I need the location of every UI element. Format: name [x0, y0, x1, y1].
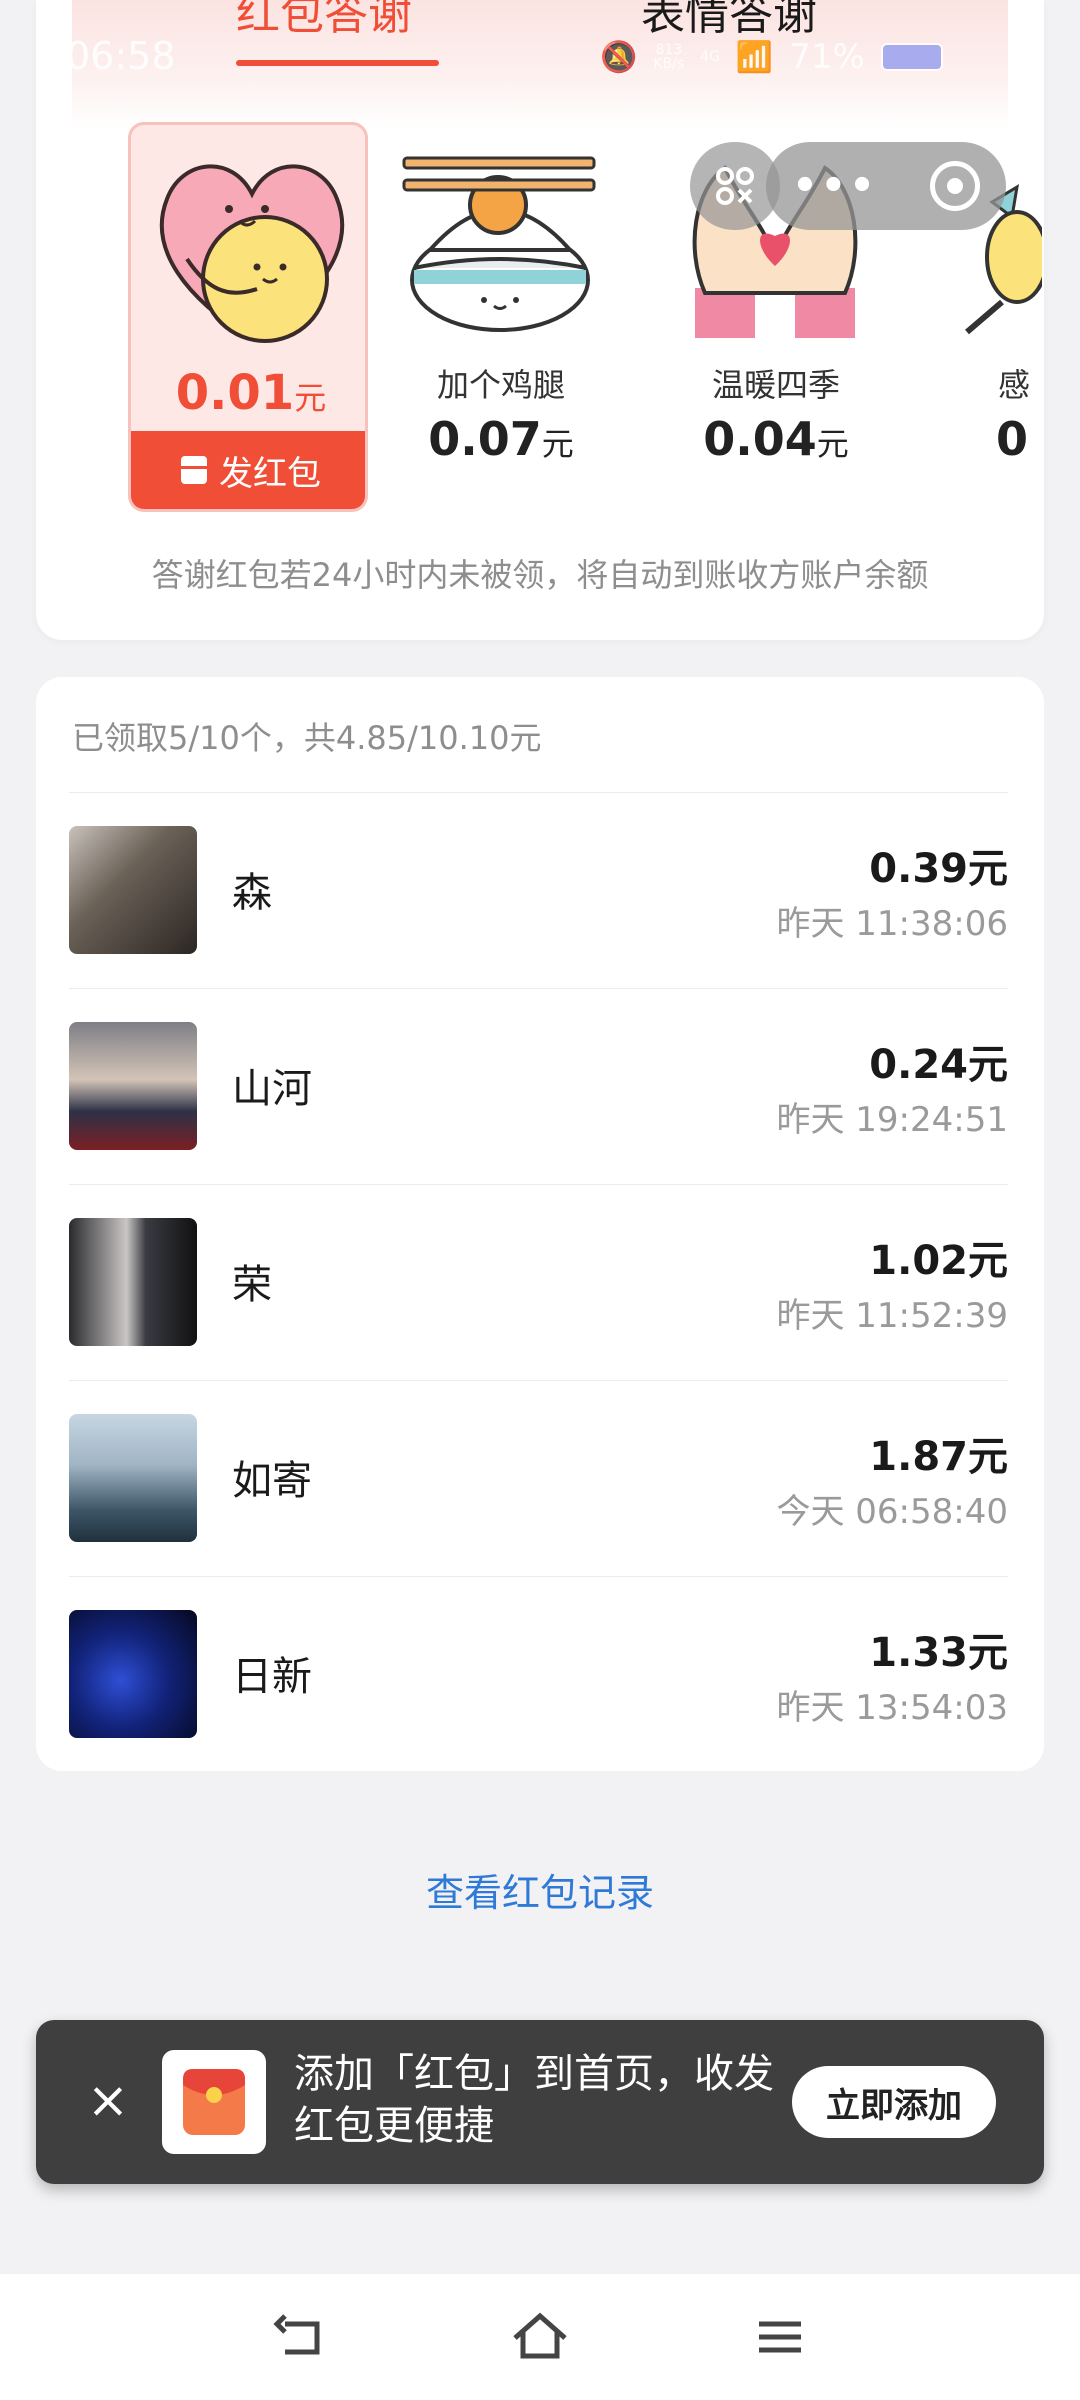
- heart-hug-sticker-icon: [160, 164, 344, 343]
- red-packet-app-icon: [162, 2050, 266, 2154]
- status-time: 06:58: [66, 34, 176, 78]
- option-price-unit: 元: [541, 425, 574, 463]
- option-selected[interactable]: 0.01元 发红包: [128, 122, 368, 512]
- received-list-card: 已领取5/10个，共4.85/10.10元 森 0.39元 昨天 11:38:0…: [36, 677, 1044, 1771]
- thanks-card: 红包答谢 表情答谢 0.01元 发红包 加个鸡腿 0.07元 温暖四季 0.04…: [36, 0, 1044, 640]
- capsule-menu: •••: [766, 142, 1006, 230]
- row-amount: 0.24元: [869, 1042, 1008, 1088]
- status-icons: 🔕 813 KB/s 4G 📶 71%: [600, 34, 943, 80]
- option-price-value: 0: [996, 412, 1029, 466]
- row-amount: 0.39元: [869, 846, 1008, 892]
- selected-amount-value: 0.01: [175, 365, 295, 421]
- row-amount: 1.02元: [869, 1238, 1008, 1284]
- row-divider: [69, 988, 1008, 989]
- avatar[interactable]: [69, 1414, 197, 1542]
- selected-amount: 0.01元: [131, 365, 365, 421]
- row-time: 昨天 13:54:03: [776, 1688, 1008, 1728]
- battery-icon: [880, 43, 943, 71]
- received-summary: 已领取5/10个，共4.85/10.10元: [72, 719, 542, 757]
- row-time: 今天 06:58:40: [776, 1492, 1008, 1532]
- net-speed-unit: KB/s: [653, 56, 685, 72]
- list-item[interactable]: 森 0.39元 昨天 11:38:06: [36, 792, 1044, 988]
- close-target-icon[interactable]: [929, 161, 980, 211]
- option-name: 温暖四季: [711, 366, 840, 404]
- row-name: 山河: [232, 1066, 312, 1112]
- rice-bowl-drumstick-icon: [402, 156, 596, 332]
- option-chicken-leg[interactable]: 加个鸡腿 0.07元: [386, 122, 616, 482]
- auto-refund-notice: 答谢红包若24小时内未被领，将自动到账收方账户余额: [151, 556, 929, 594]
- avatar[interactable]: [69, 1610, 197, 1738]
- avatar[interactable]: [69, 1022, 197, 1150]
- signal-4g: 4G: [700, 49, 720, 65]
- option-name: 加个鸡腿: [436, 366, 565, 404]
- row-name: 荣: [232, 1262, 272, 1308]
- row-name: 森: [232, 870, 272, 916]
- net-speed: 813 KB/s: [653, 43, 684, 71]
- option-price-value: 0.07: [428, 412, 542, 466]
- mini-program-capsule: •••: [690, 142, 1056, 230]
- row-divider: [69, 1576, 1008, 1577]
- send-red-packet-button[interactable]: 发红包: [131, 431, 365, 509]
- row-divider: [69, 1380, 1008, 1381]
- option-price-value: 0.04: [703, 412, 817, 466]
- row-name: 如寄: [232, 1458, 312, 1504]
- avatar[interactable]: [69, 1218, 197, 1346]
- list-item[interactable]: 如寄 1.87元 今天 06:58:40: [36, 1380, 1044, 1576]
- selected-amount-unit: 元: [294, 379, 327, 417]
- wifi-icon: 📶: [735, 39, 774, 75]
- tab-red-packet-thanks[interactable]: 红包答谢: [236, 0, 412, 42]
- option-price-unit: 元: [816, 425, 849, 463]
- tab-active-underline: [236, 60, 439, 66]
- red-packet-icon: [181, 456, 207, 484]
- option-price: 0.07元: [386, 412, 616, 466]
- system-nav-bar: [0, 2274, 1080, 2400]
- list-item[interactable]: 日新 1.33元 昨天 13:54:03: [36, 1576, 1044, 1772]
- banner-text: 添加「红包」到首页，收发红包更便捷: [294, 2051, 774, 2149]
- close-icon[interactable]: ×: [80, 2072, 136, 2128]
- option-name: 感: [998, 366, 1031, 404]
- home-icon[interactable]: [505, 2302, 575, 2372]
- more-icon[interactable]: •••: [792, 163, 878, 209]
- row-amount: 1.33元: [869, 1630, 1008, 1676]
- list-item[interactable]: 荣 1.02元 昨天 11:52:39: [36, 1184, 1044, 1380]
- row-time: 昨天 11:52:39: [776, 1296, 1008, 1336]
- add-now-button[interactable]: 立即添加: [792, 2066, 996, 2138]
- option-price: 0: [996, 412, 1044, 466]
- row-divider: [69, 1184, 1008, 1185]
- row-name: 日新: [232, 1654, 312, 1700]
- view-red-packet-record-link[interactable]: 查看红包记录: [0, 1862, 1080, 1917]
- scan-icon[interactable]: [690, 142, 780, 230]
- send-button-label: 发红包: [219, 453, 321, 494]
- row-time: 昨天 19:24:51: [776, 1100, 1008, 1140]
- battery-percent: 71%: [789, 37, 865, 77]
- mute-bell-icon: 🔕: [600, 39, 638, 75]
- row-time: 昨天 11:38:06: [776, 904, 1008, 944]
- back-icon[interactable]: [265, 2302, 335, 2372]
- row-amount: 1.87元: [869, 1434, 1008, 1480]
- menu-icon[interactable]: [745, 2302, 815, 2372]
- add-to-home-banner: × 添加「红包」到首页，收发红包更便捷 立即添加: [36, 2020, 1044, 2184]
- avatar[interactable]: [69, 826, 197, 954]
- option-price: 0.04元: [661, 412, 891, 466]
- row-divider: [69, 792, 1008, 793]
- list-item[interactable]: 山河 0.24元 昨天 19:24:51: [36, 988, 1044, 1184]
